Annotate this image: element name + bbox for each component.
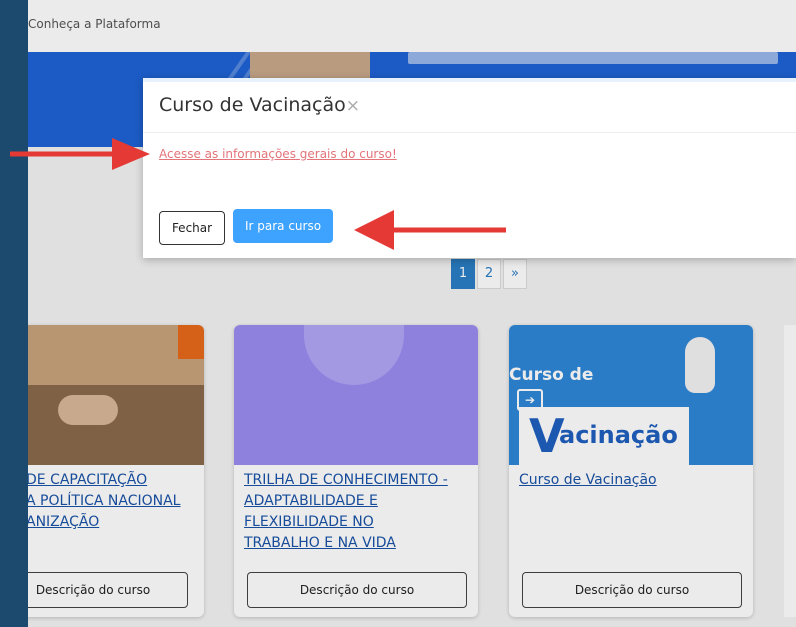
go-to-course-button[interactable]: Ir para curso	[233, 209, 333, 243]
close-button[interactable]: Fechar	[159, 211, 225, 245]
annotation-arrow-icon	[10, 138, 150, 170]
modal-title: Curso de Vacinação	[159, 94, 346, 116]
modal-header: Curso de Vacinação×	[159, 94, 360, 116]
close-icon[interactable]: ×	[346, 96, 360, 116]
course-info-link[interactable]: Acesse as informações gerais do curso!	[159, 147, 397, 161]
annotation-arrow-icon	[354, 210, 506, 250]
